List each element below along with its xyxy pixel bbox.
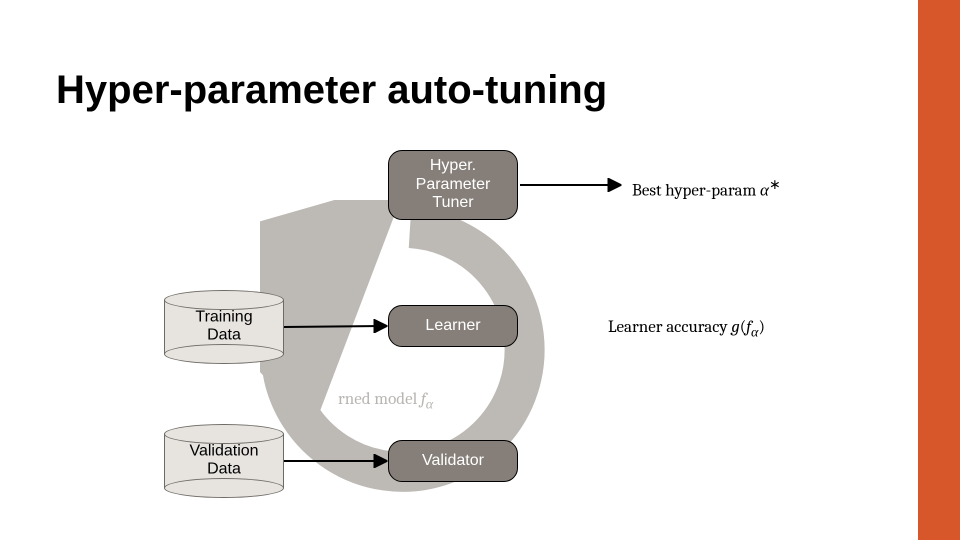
validator-node: Validator [388,440,518,482]
star-superscript: ∗ [769,176,781,193]
learner-accuracy-label: Learner accuracy g(fα) [608,318,765,341]
best-hyperparam-label: Best hyper-param α∗ [632,176,781,201]
learned-model-label: rned model fα [338,390,433,413]
learner-node: Learner [388,305,518,347]
validation-data-label-line2: Data [207,461,241,478]
alpha-sub-2: α [426,395,433,412]
best-hyperparam-text: Best hyper-param [632,182,760,201]
tuner-label-line1: Hyper. [430,157,476,174]
accent-bar [918,0,960,540]
training-data-label-line2: Data [207,327,241,344]
tuner-label-line3: Tuner [432,194,473,211]
validation-data-label-line1: Validation [189,443,258,460]
tuner-label-line2: Parameter [416,176,491,193]
training-data-label-line1: Training [195,309,252,326]
training-data-cylinder: Training Data [164,290,284,364]
learned-model-text: rned model [338,390,421,409]
g-symbol: g [731,318,739,337]
slide-title: Hyper-parameter auto-tuning [56,68,607,113]
alpha-sub: α [751,323,758,340]
alpha-symbol: α [760,182,769,201]
validator-label: Validator [422,452,484,470]
validation-data-cylinder: Validation Data [164,424,284,498]
tuner-node: Hyper. Parameter Tuner [388,150,518,220]
slide: Hyper-parameter auto-tuning Hyper. Param… [0,0,960,540]
learner-label: Learner [425,317,480,335]
learner-accuracy-text: Learner accuracy [608,318,731,337]
